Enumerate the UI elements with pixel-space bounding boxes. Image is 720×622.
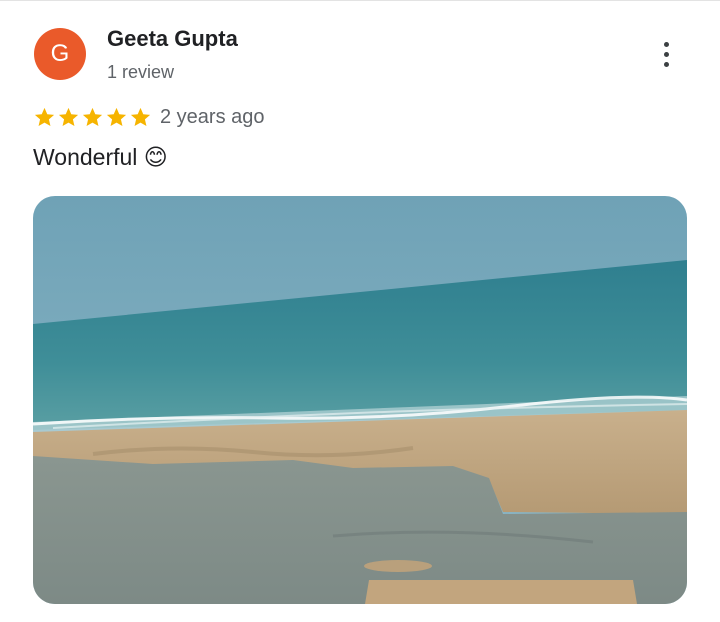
- review-date: 2 years ago: [160, 106, 265, 128]
- star-rating: [33, 106, 152, 129]
- reviewer-name[interactable]: Geeta Gupta: [107, 26, 238, 52]
- star-icon: [106, 107, 127, 127]
- review-text: Wonderful 😊: [33, 144, 168, 170]
- star-icon: [130, 107, 151, 127]
- more-vert-icon: [663, 41, 669, 47]
- top-divider: [0, 0, 720, 1]
- star-icon: [82, 107, 103, 127]
- avatar[interactable]: G: [34, 28, 86, 80]
- star-icon: [58, 107, 79, 127]
- star-icon: [34, 107, 55, 127]
- more-options-button[interactable]: [650, 36, 682, 72]
- review-photo[interactable]: [33, 196, 687, 604]
- reviewer-review-count: 1 review: [107, 62, 175, 82]
- beach-photo: [33, 196, 687, 604]
